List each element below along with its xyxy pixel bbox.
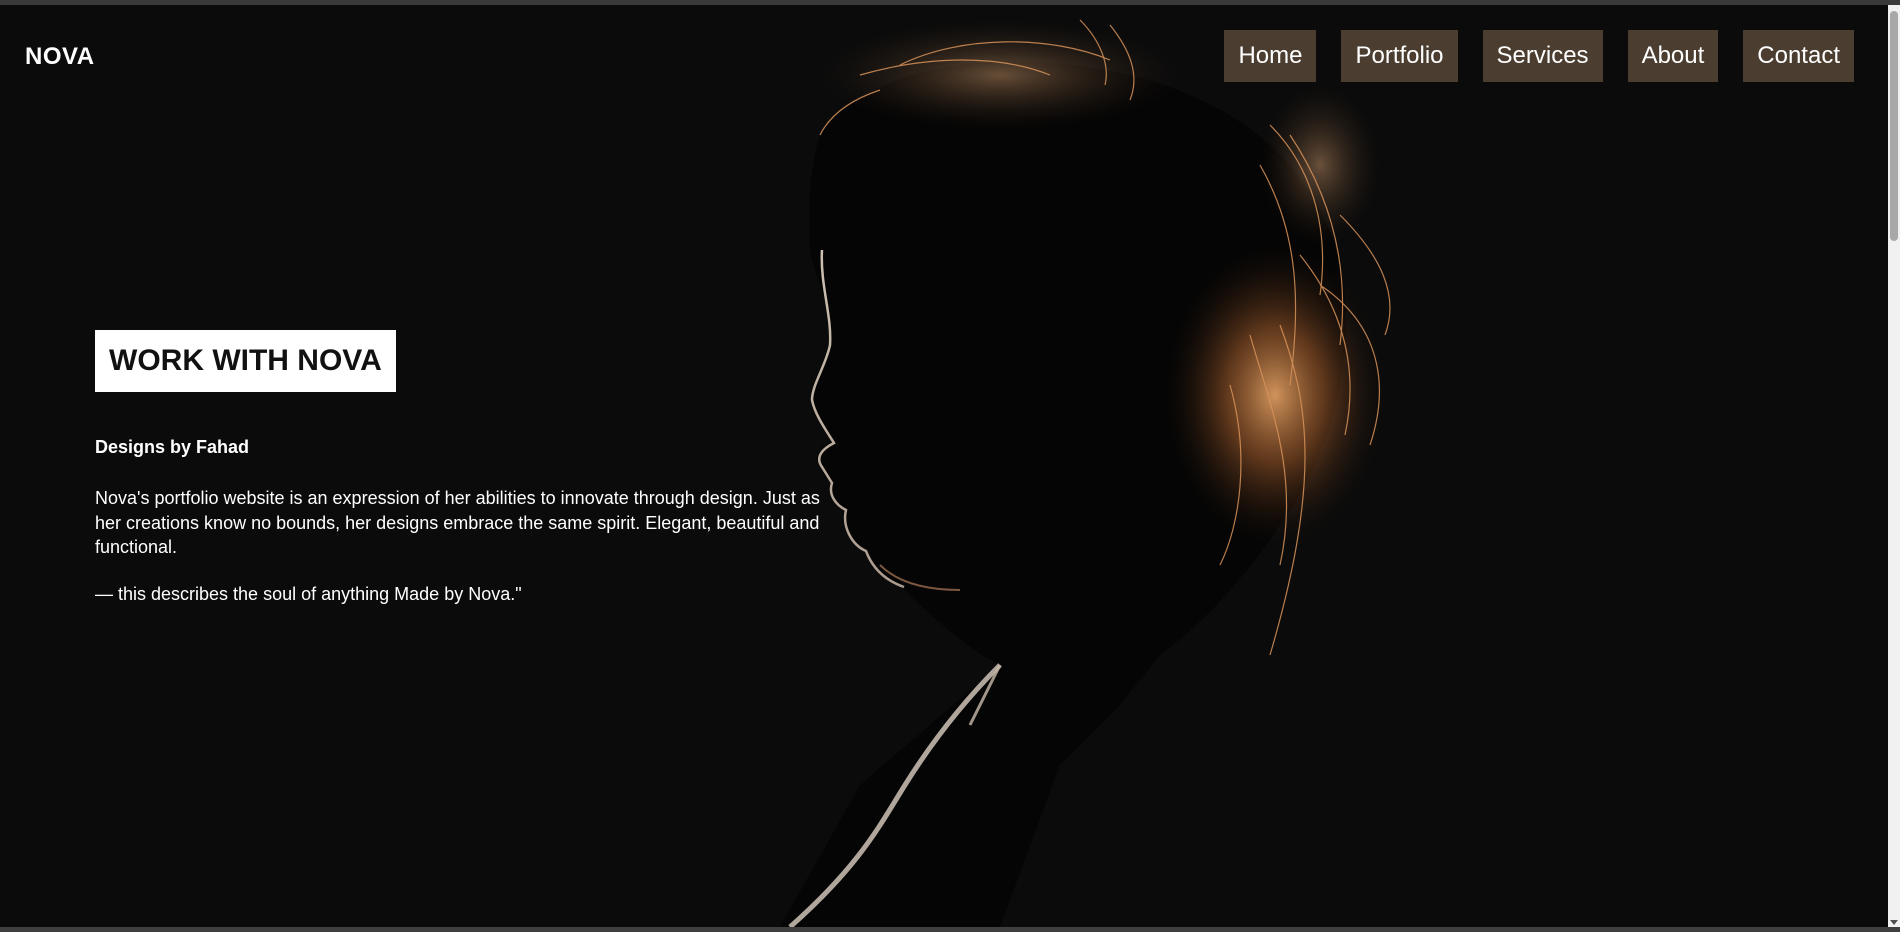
brand-logo[interactable]: NOVA: [25, 43, 95, 71]
hero-quote: — this describes the soul of anything Ma…: [95, 583, 522, 604]
hero-content: WORK WITH NOVA Designs by Fahad Nova's p…: [95, 330, 850, 605]
nav-contact[interactable]: Contact: [1743, 30, 1854, 82]
browser-window: NOVA Home Portfolio Services About Conta…: [0, 0, 1900, 932]
nav-portfolio[interactable]: Portfolio: [1341, 30, 1458, 82]
page-viewport: NOVA Home Portfolio Services About Conta…: [0, 5, 1888, 927]
nav-home[interactable]: Home: [1224, 30, 1317, 82]
nav-services[interactable]: Services: [1482, 30, 1603, 82]
hero-subtitle: Designs by Fahad: [95, 437, 250, 457]
hero-headline: WORK WITH NOVA: [95, 330, 396, 392]
window-bottom-border: [0, 927, 1900, 932]
nav-about[interactable]: About: [1627, 30, 1719, 82]
main-nav: Home Portfolio Services About Contact: [1224, 30, 1854, 82]
scrollbar-thumb[interactable]: [1890, 11, 1898, 241]
hero-description: Nova's portfolio website is an expressio…: [95, 488, 820, 557]
page-scrollbar[interactable]: [1888, 5, 1900, 927]
scroll-down-arrow-icon[interactable]: [1890, 920, 1898, 925]
